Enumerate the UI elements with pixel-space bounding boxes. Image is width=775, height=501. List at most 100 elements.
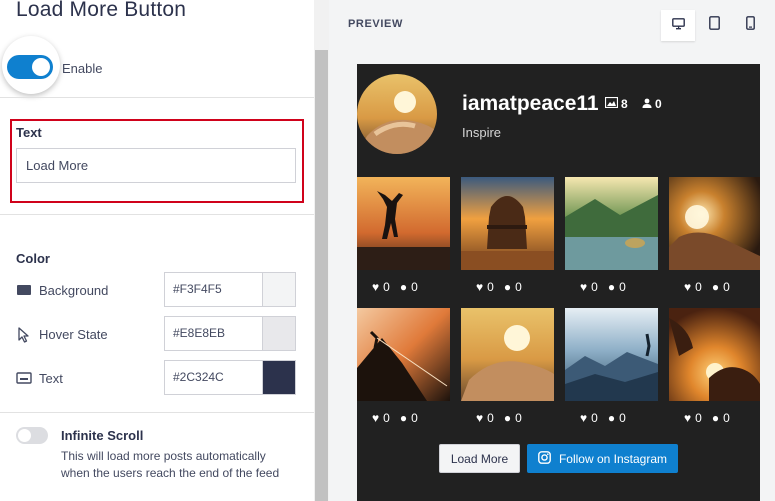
device-switcher: [661, 10, 767, 41]
feed-photo-tile[interactable]: [565, 308, 658, 401]
comments-count: 0: [515, 411, 522, 425]
color-name: Hover State: [39, 327, 108, 342]
heart-icon: ♥: [372, 280, 380, 294]
enable-label: Enable: [62, 61, 103, 76]
tablet-icon: [708, 16, 720, 35]
heart-icon: ♥: [684, 411, 692, 425]
heart-icon: ♥: [684, 280, 692, 294]
feed-photo-tile[interactable]: [669, 308, 760, 401]
heart-icon: ♥: [476, 280, 484, 294]
tile-stats: ♥ 0 ● 0: [476, 277, 532, 297]
load-more-button[interactable]: Load More: [439, 444, 520, 473]
comments-count: 0: [723, 280, 730, 294]
panel-title: Load More Button: [16, 0, 187, 21]
feed-photo-tile[interactable]: [461, 308, 554, 401]
scrollbar-thumb[interactable]: [315, 50, 328, 501]
infinite-scroll-title: Infinite Scroll: [61, 428, 144, 443]
color-hex-input[interactable]: #2C324C: [164, 360, 262, 395]
toggle-knob: [18, 429, 31, 442]
tile-stats: ♥ 0 ● 0: [476, 408, 532, 428]
likes-count: 0: [487, 280, 494, 294]
followers-count-value: 0: [655, 97, 662, 111]
comments-count: 0: [723, 411, 730, 425]
heart-icon: ♥: [580, 280, 588, 294]
feed-photo-tile[interactable]: [565, 177, 658, 270]
tile-stats: ♥ 0 ● 0: [580, 277, 636, 297]
follow-button-label: Follow on Instagram: [558, 451, 668, 466]
feed-photo-tile[interactable]: [357, 308, 450, 401]
likes-count: 0: [487, 411, 494, 425]
color-row-text: Text #2C324C: [16, 360, 296, 395]
cursor-icon: [16, 327, 32, 343]
color-hex-input[interactable]: #E8E8EB: [164, 316, 262, 351]
infinite-scroll-description: This will load more posts automatically …: [61, 449, 280, 480]
comment-icon: ●: [503, 411, 512, 425]
tile-stats: ♥ 0 ● 0: [684, 408, 740, 428]
color-name: Text: [39, 371, 63, 386]
color-swatch[interactable]: [262, 316, 296, 351]
followers-count: 0: [642, 97, 662, 111]
profile-avatar: [357, 74, 437, 154]
divider: [0, 214, 314, 215]
feed-username: iamatpeace11: [462, 92, 599, 115]
comment-icon: ●: [399, 411, 408, 425]
preview-label: PREVIEW: [348, 18, 403, 30]
feed-photo-tile[interactable]: [461, 177, 554, 270]
text-setting-label: Text: [16, 125, 42, 140]
instagram-icon: [538, 450, 551, 467]
likes-count: 0: [383, 280, 390, 294]
posts-count-value: 8: [621, 97, 628, 111]
comments-count: 0: [411, 280, 418, 294]
image-icon: [604, 96, 619, 111]
likes-count: 0: [591, 280, 598, 294]
settings-panel: Load More Button Enable Text Load More C…: [0, 0, 314, 501]
color-section-label: Color: [16, 251, 50, 266]
heart-icon: ♥: [476, 411, 484, 425]
divider: [0, 97, 314, 98]
desktop-view-button[interactable]: [661, 10, 695, 41]
comment-icon: ●: [607, 280, 616, 294]
preview-panel: PREVIEW iamatpeace11 8 0 Inspire ♥ 0 ● 0…: [329, 0, 775, 501]
color-swatch[interactable]: [262, 272, 296, 307]
likes-count: 0: [695, 280, 702, 294]
text-icon: [16, 371, 32, 385]
color-hex-input[interactable]: #F3F4F5: [164, 272, 262, 307]
color-name: Background: [39, 283, 109, 298]
color-swatch[interactable]: [262, 360, 296, 395]
tile-stats: ♥ 0 ● 0: [580, 408, 636, 428]
button-text-input[interactable]: Load More: [16, 148, 296, 183]
feed-photo-tile[interactable]: [669, 177, 760, 270]
comment-icon: ●: [399, 280, 408, 294]
comments-count: 0: [619, 280, 626, 294]
toggle-knob: [32, 58, 50, 76]
divider: [0, 412, 314, 413]
likes-count: 0: [591, 411, 598, 425]
desktop-icon: [671, 17, 685, 35]
instagram-feed-preview: iamatpeace11 8 0 Inspire ♥ 0 ● 0 ♥ 0 ● 0…: [357, 64, 760, 501]
enable-toggle[interactable]: [7, 55, 53, 79]
mobile-icon: [745, 16, 755, 35]
heart-icon: ♥: [580, 411, 588, 425]
tile-stats: ♥ 0 ● 0: [372, 408, 428, 428]
follow-on-instagram-button[interactable]: Follow on Instagram: [527, 444, 678, 473]
heart-icon: ♥: [372, 411, 380, 425]
comment-icon: ●: [607, 411, 616, 425]
color-row-background: Background #F3F4F5: [16, 272, 296, 307]
comments-count: 0: [619, 411, 626, 425]
comments-count: 0: [411, 411, 418, 425]
likes-count: 0: [383, 411, 390, 425]
tile-stats: ♥ 0 ● 0: [372, 277, 428, 297]
tablet-view-button[interactable]: [697, 10, 731, 41]
comments-count: 0: [515, 280, 522, 294]
tile-stats: ♥ 0 ● 0: [684, 277, 740, 297]
comment-icon: ●: [711, 411, 720, 425]
feed-photo-tile[interactable]: [357, 177, 450, 270]
likes-count: 0: [695, 411, 702, 425]
feed-bio: Inspire: [462, 125, 502, 140]
posts-count: 8: [604, 96, 628, 111]
color-row-hover-state: Hover State #E8E8EB: [16, 316, 296, 351]
infinite-scroll-toggle[interactable]: [16, 427, 48, 444]
mobile-view-button[interactable]: [733, 10, 767, 41]
comment-icon: ●: [503, 280, 512, 294]
settings-scrollbar[interactable]: [314, 0, 329, 501]
